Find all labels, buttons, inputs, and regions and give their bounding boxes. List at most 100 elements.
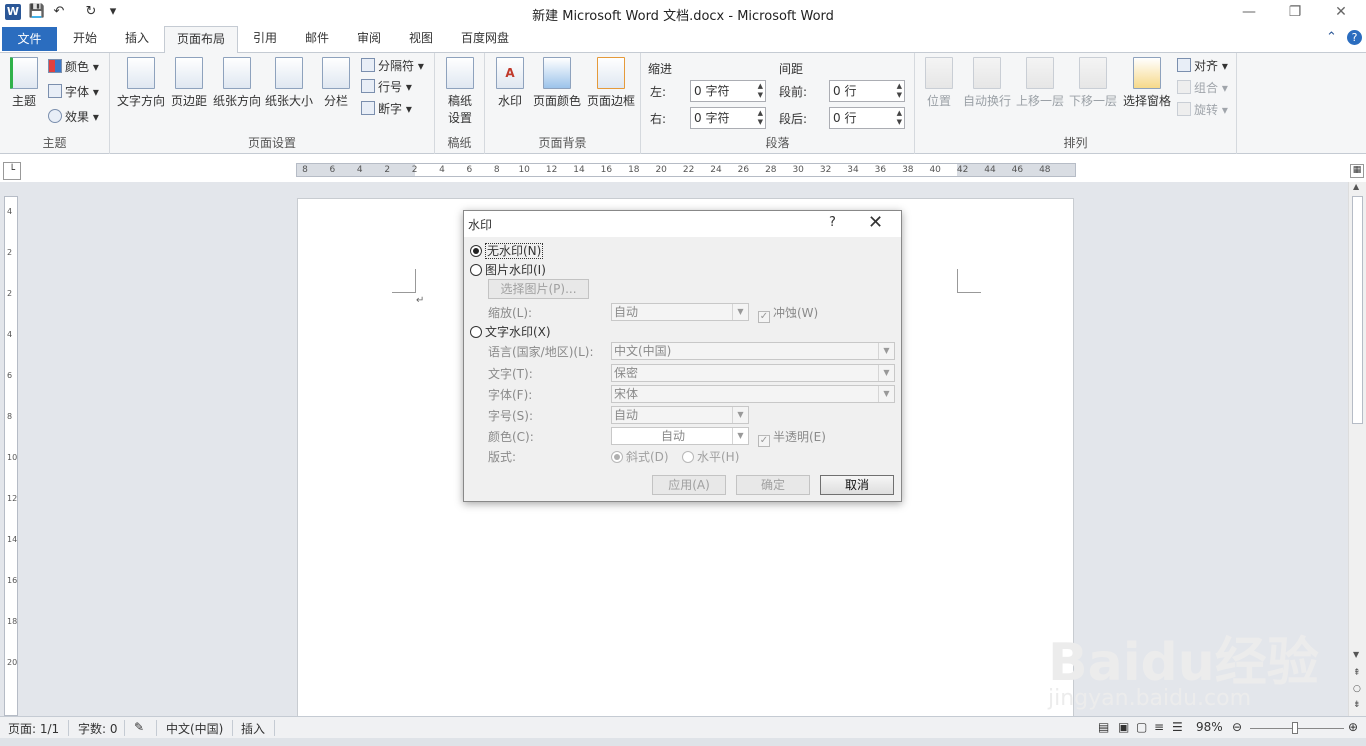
text-label: 文字(T): — [488, 367, 533, 381]
columns-button[interactable]: 分栏 — [318, 57, 354, 109]
close-window-button[interactable]: ✕ — [1318, 0, 1364, 25]
rotate-button[interactable]: 旋转 ▾ — [1177, 100, 1228, 120]
horizontal-radio[interactable]: 水平(H) — [682, 448, 739, 465]
select-picture-button[interactable]: 选择图片(P)... — [488, 279, 589, 299]
scroll-down-icon[interactable]: ▼ — [1353, 650, 1359, 659]
spacing-before-input[interactable]: 0 行 ▲ ▼ — [829, 80, 905, 102]
position-button[interactable]: 位置 — [921, 57, 957, 109]
spinner-arrows-icon[interactable]: ▲ ▼ — [897, 82, 902, 100]
size-button[interactable]: 纸张大小 — [263, 57, 315, 109]
color-select[interactable]: 自动 ▼ — [611, 427, 749, 445]
themes-button[interactable]: 主题 — [6, 57, 42, 109]
collapse-ribbon-icon[interactable]: ⌃ — [1326, 30, 1337, 45]
restore-button[interactable]: ❐ — [1272, 0, 1318, 25]
word-count[interactable]: 字数: 0 — [78, 720, 118, 737]
scroll-up-icon[interactable]: ▲ — [1353, 182, 1359, 191]
theme-colors-button[interactable]: 颜色 ▾ — [48, 57, 99, 77]
help-icon[interactable]: ? — [1347, 30, 1362, 45]
tab-home[interactable]: 开始 — [62, 26, 108, 53]
orientation-button[interactable]: 纸张方向 — [211, 57, 263, 109]
spacing-after-input[interactable]: 0 行 ▲ ▼ — [829, 107, 905, 129]
indent-left-spinner[interactable]: 左: 0 字符 ▲ ▼ — [650, 80, 775, 102]
rotate-icon — [1177, 102, 1191, 116]
insert-mode[interactable]: 插入 — [241, 720, 265, 737]
margins-button[interactable]: 页边距 — [168, 57, 210, 109]
spacing-before-spinner[interactable]: 段前: 0 行 ▲ ▼ — [779, 80, 909, 102]
breaks-button[interactable]: 分隔符 ▾ — [361, 56, 424, 76]
vertical-scrollbar[interactable]: ▲ ▼ ⇞ ○ ⇟ — [1348, 182, 1366, 716]
ok-button[interactable]: 确定 — [736, 475, 810, 495]
tab-mailings[interactable]: 邮件 — [294, 26, 340, 53]
next-page-icon[interactable]: ⇟ — [1353, 700, 1361, 710]
size-select[interactable]: 自动 ▼ — [611, 406, 749, 424]
dialog-help-icon[interactable]: ? — [829, 215, 836, 230]
scrollbar-thumb[interactable] — [1352, 196, 1363, 424]
tab-page-layout[interactable]: 页面布局 — [164, 26, 238, 54]
spinner-arrows-icon[interactable]: ▲ ▼ — [897, 109, 902, 127]
page-count[interactable]: 页面: 1/1 — [8, 720, 59, 737]
text-select[interactable]: 保密 ▼ — [611, 364, 895, 382]
minimize-button[interactable]: — — [1226, 0, 1272, 25]
draft-settings-button[interactable]: 稿纸 设置 — [442, 57, 478, 126]
spinner-arrows-icon[interactable]: ▲ ▼ — [758, 82, 763, 100]
group-objects-button[interactable]: 组合 ▾ — [1177, 78, 1228, 98]
tab-references[interactable]: 引用 — [242, 26, 288, 53]
web-layout-view-icon[interactable]: ▢ — [1136, 720, 1147, 734]
bring-forward-button[interactable]: 上移一层 — [1015, 57, 1065, 109]
proofing-icon[interactable]: ✎ — [134, 720, 144, 734]
previous-page-icon[interactable]: ⇞ — [1353, 668, 1361, 678]
page-color-button[interactable]: 页面颜色 — [531, 57, 583, 109]
diagonal-radio[interactable]: 斜式(D) — [611, 448, 669, 465]
outline-view-icon[interactable]: ≡ — [1154, 720, 1164, 734]
scale-select[interactable]: 自动 ▼ — [611, 303, 749, 321]
view-ruler-icon[interactable]: ▦ — [1350, 164, 1364, 178]
zoom-slider-thumb[interactable] — [1292, 722, 1298, 734]
zoom-in-icon[interactable]: ⊕ — [1348, 720, 1358, 734]
tab-file[interactable]: 文件 — [2, 27, 57, 51]
indent-right-input[interactable]: 0 字符 ▲ ▼ — [690, 107, 766, 129]
text-direction-button[interactable]: 文字方向 — [115, 57, 167, 109]
semitransparent-checkbox[interactable]: ✓ 半透明(E) — [758, 428, 826, 447]
page-borders-button[interactable]: 页面边框 — [585, 57, 637, 109]
tab-baidu-netdisk[interactable]: 百度网盘 — [450, 26, 520, 53]
status-separator — [232, 720, 233, 736]
tab-view[interactable]: 视图 — [398, 26, 444, 53]
spacing-after-spinner[interactable]: 段后: 0 行 ▲ ▼ — [779, 107, 909, 129]
tab-insert[interactable]: 插入 — [114, 26, 160, 53]
spinner-arrows-icon[interactable]: ▲ ▼ — [758, 109, 763, 127]
font-select[interactable]: 宋体 ▼ — [611, 385, 895, 403]
indent-left-input[interactable]: 0 字符 ▲ ▼ — [690, 80, 766, 102]
chevron-down-icon: ▼ — [732, 407, 748, 423]
align-button[interactable]: 对齐 ▾ — [1177, 56, 1228, 76]
theme-effects-button[interactable]: 效果 ▾ — [48, 107, 99, 127]
full-screen-reading-view-icon[interactable]: ▣ — [1118, 720, 1129, 734]
ruler-tick-label: 2 — [411, 165, 418, 175]
browse-object-icon[interactable]: ○ — [1353, 684, 1361, 694]
wrap-text-button[interactable]: 自动换行 — [961, 57, 1013, 109]
status-bar: 页面: 1/1 字数: 0 ✎ 中文(中国) 插入 ▤ ▣ ▢ ≡ ☰ 98% … — [0, 716, 1366, 738]
theme-fonts-button[interactable]: 字体 ▾ — [48, 82, 99, 102]
line-numbers-button[interactable]: 行号 ▾ — [361, 77, 412, 97]
hyphenation-button[interactable]: 断字 ▾ — [361, 99, 412, 119]
text-watermark-radio[interactable]: 文字水印(X) — [470, 323, 551, 340]
selection-pane-button[interactable]: 选择窗格 — [1121, 57, 1173, 109]
washout-checkbox[interactable]: ✓ 冲蚀(W) — [758, 304, 818, 323]
language-status[interactable]: 中文(中国) — [166, 720, 223, 737]
apply-button[interactable]: 应用(A) — [652, 475, 726, 495]
dialog-close-icon[interactable]: ✕ — [868, 212, 883, 233]
cancel-button[interactable]: 取消 — [820, 475, 894, 495]
send-backward-button[interactable]: 下移一层 — [1068, 57, 1118, 109]
tab-selector-icon[interactable]: └ — [3, 162, 21, 180]
indent-right-spinner[interactable]: 右: 0 字符 ▲ ▼ — [650, 107, 775, 129]
print-layout-view-icon[interactable]: ▤ — [1098, 720, 1109, 734]
zoom-level[interactable]: 98% — [1196, 720, 1223, 734]
draft-view-icon[interactable]: ☰ — [1172, 720, 1183, 734]
vertical-ruler[interactable]: 4 2 2 4 6 8 10 12 14 16 18 20 — [4, 196, 18, 716]
zoom-out-icon[interactable]: ⊖ — [1232, 720, 1242, 734]
no-watermark-radio[interactable]: 无水印(N) — [470, 242, 544, 259]
watermark-button[interactable]: A 水印 — [495, 57, 525, 109]
language-select[interactable]: 中文(中国) ▼ — [611, 342, 895, 360]
picture-watermark-radio[interactable]: 图片水印(I) — [470, 261, 546, 278]
horizontal-ruler[interactable]: 8 6 4 2 2 4 6 8 10 12 14 16 18 20 22 24 26 28 30 32 34 36 38 40… — [296, 163, 1076, 177]
tab-review[interactable]: 审阅 — [346, 26, 392, 53]
